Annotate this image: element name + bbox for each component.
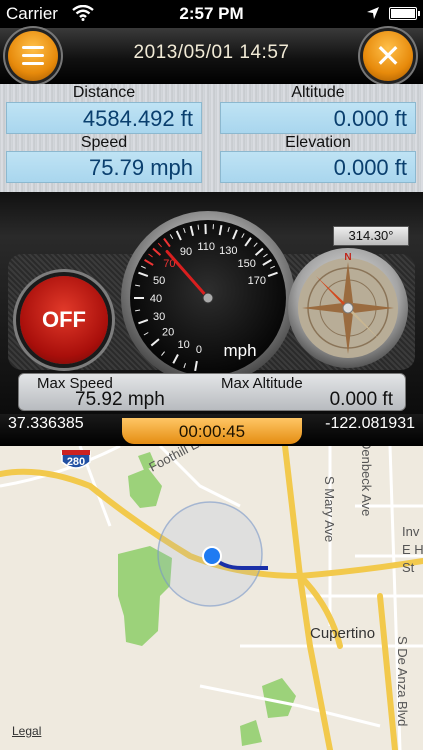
street-label-deanza: S De Anza Blvd [395,636,410,726]
city-label-cupertino: Cupertino [310,625,375,642]
interstate-number: 280 [67,456,85,468]
latitude-value: 37.336385 [8,415,84,432]
max-panel: Max Speed 75.92 mph Max Altitude 0.000 f… [18,373,406,411]
speedometer-tick-label: 10 [177,339,189,351]
compass-north-label: N [344,252,351,263]
menu-icon [22,46,44,70]
off-toggle-button[interactable]: OFF [20,276,108,364]
speed-unit: mph [223,341,256,360]
map-legal-link[interactable]: Legal [12,724,41,738]
menu-button[interactable] [8,31,58,81]
location-arrow-icon [367,7,379,19]
heading-readout: 314.30° [333,226,409,246]
park-area [240,720,262,746]
longitude-value: -122.081931 [325,415,415,432]
map-view[interactable]: 280 Foothill Expy S Mary Ave Denbeck Ave… [0,446,423,750]
speedometer-tick-label: 0 [196,344,202,356]
off-label: OFF [42,307,86,332]
map-label-inv: Inv [402,524,420,539]
altitude-label: Altitude [291,84,345,101]
status-time: 2:57 PM [179,4,244,23]
speed-value: 75.79 mph [6,151,202,183]
map-label-st: St [402,560,415,575]
battery-icon [389,7,420,20]
distance-label: Distance [72,84,136,101]
max-speed-value: 75.92 mph [75,389,165,410]
street-label-beck: Denbeck Ave [359,446,374,516]
distance-value: 4584.492 ft [6,102,202,134]
speedometer-tick-label: 30 [153,311,165,323]
max-altitude-value: 0.000 ft [329,389,393,410]
speedometer-tick-label: 40 [150,293,162,305]
altitude-value: 0.000 ft [220,102,416,134]
map-canvas[interactable]: 280 Foothill Expy S Mary Ave Denbeck Ave… [0,446,423,750]
speedometer-tick [197,224,200,230]
street-label-mary: S Mary Ave [322,476,337,542]
needle-hub [202,292,214,304]
header-bar: 2013/05/01 14:57 [0,28,423,84]
gauge-panel: 314.30° 0 10 20 30 40 50 70 90 110 130 150 170 mph [0,192,423,414]
max-altitude-label: Max Altitude [221,375,303,392]
status-bar: Carrier 2:57 PM [0,0,423,28]
speedometer-tick-label: 90 [180,246,192,258]
speedometer-tick-label: 170 [248,275,266,287]
speedometer: 010203040507090 110 130150170 mph [121,211,295,385]
speedometer-tick-label: 110 [197,241,215,253]
park-area [128,468,162,508]
speed-label: Speed [80,134,128,151]
close-button[interactable]: ✕ [363,31,413,81]
map-label-eh: E H [402,542,423,557]
elevation-value: 0.000 ft [220,151,416,183]
elevation-label: Elevation [285,134,351,151]
datetime-label: 2013/05/01 14:57 [133,42,290,63]
speedometer-tick-label: 130 [219,245,237,257]
compass: N [288,248,408,368]
close-icon: ✕ [374,38,402,74]
speedometer-tick-label: 20 [162,326,174,338]
info-panel: Distance 4584.492 ft Altitude 0.000 ft S… [0,84,423,192]
speedometer-tick-label: 150 [237,258,255,270]
speedometer-tick-label: 50 [153,275,165,287]
current-location-icon [202,546,222,566]
elapsed-timer: 00:00:45 [122,418,302,444]
